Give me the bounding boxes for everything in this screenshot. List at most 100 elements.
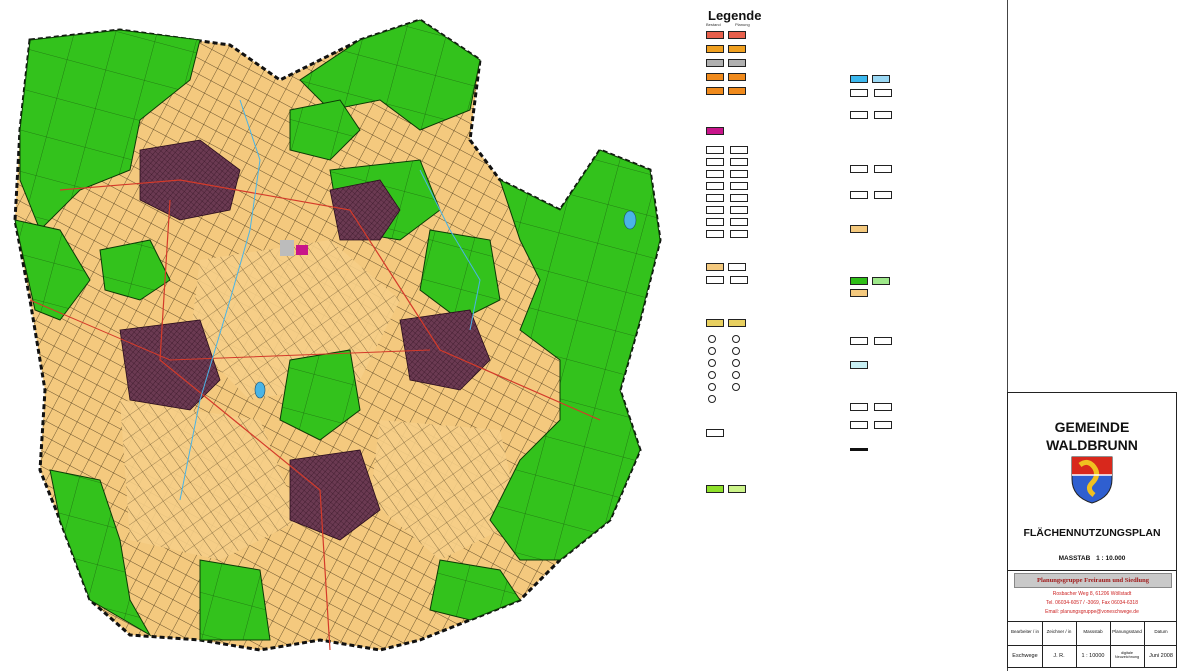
legend-row bbox=[706, 169, 754, 179]
table-header: Zeichner / in bbox=[1046, 629, 1072, 634]
legend-swatch bbox=[850, 289, 868, 297]
firm-phone: Tel. 06034-6057 / -3069, Fax 06034-6318 bbox=[1045, 600, 1138, 606]
legend-swatch bbox=[850, 277, 868, 285]
legend-symbol bbox=[874, 421, 892, 429]
legend-symbol bbox=[730, 146, 748, 154]
legend-swatch bbox=[706, 263, 724, 271]
legend-row bbox=[850, 190, 898, 200]
table-cell: J. R. bbox=[1053, 653, 1065, 659]
legend-swatch bbox=[728, 73, 746, 81]
legend-row bbox=[706, 145, 754, 155]
legend-swatch bbox=[728, 59, 746, 67]
legend-symbol bbox=[730, 170, 748, 178]
legend-circle bbox=[732, 347, 740, 355]
legend-row bbox=[706, 126, 728, 136]
legend-row bbox=[706, 30, 750, 40]
legend-circle bbox=[732, 335, 740, 343]
legend-row bbox=[706, 181, 754, 191]
legend-row bbox=[850, 288, 872, 298]
legend-symbol bbox=[850, 337, 868, 345]
legend-row bbox=[706, 205, 754, 215]
legend: Legende Bestand Planung bbox=[700, 0, 1005, 671]
legend-column-planned: Planung bbox=[735, 22, 750, 27]
legend-row bbox=[706, 86, 750, 96]
legend-symbol bbox=[874, 191, 892, 199]
legend-row bbox=[706, 58, 750, 68]
legend-symbol bbox=[730, 218, 748, 226]
legend-symbol bbox=[874, 403, 892, 411]
legend-symbol bbox=[850, 111, 868, 119]
special-use-area bbox=[280, 240, 294, 256]
legend-row bbox=[706, 229, 754, 239]
legend-row bbox=[850, 164, 898, 174]
legend-row bbox=[850, 420, 898, 430]
scale: MASSTAB 1 : 10.000 bbox=[1008, 555, 1176, 562]
legend-swatch bbox=[872, 75, 890, 83]
legend-circle bbox=[732, 359, 740, 367]
legend-swatch bbox=[872, 277, 890, 285]
legend-row bbox=[706, 262, 752, 272]
firm-name: Planungsgruppe Freiraum und Siedlung bbox=[1014, 573, 1172, 588]
legend-row bbox=[708, 346, 756, 356]
legend-row bbox=[850, 444, 868, 454]
legend-row bbox=[850, 88, 898, 98]
legend-symbol bbox=[730, 230, 748, 238]
legend-symbol bbox=[706, 230, 724, 238]
legend-symbol bbox=[874, 111, 892, 119]
table-divider bbox=[1042, 621, 1043, 667]
legend-row bbox=[706, 318, 750, 328]
legend-symbol bbox=[730, 276, 748, 284]
legend-symbol bbox=[706, 146, 724, 154]
legend-swatch bbox=[850, 75, 868, 83]
legend-swatch bbox=[728, 319, 746, 327]
legend-row bbox=[850, 224, 872, 234]
legend-swatch bbox=[706, 59, 724, 67]
legend-circle bbox=[708, 359, 716, 367]
coat-of-arms-icon bbox=[1071, 456, 1113, 504]
table-cell: Juni 2008 bbox=[1149, 653, 1173, 659]
plan-title: FLÄCHENNUTZUNGSPLAN bbox=[1023, 527, 1161, 539]
legend-row bbox=[706, 72, 750, 82]
legend-symbol bbox=[850, 421, 868, 429]
legend-symbol bbox=[706, 170, 724, 178]
legend-row bbox=[708, 394, 732, 404]
scale-value: 1 : 10.000 bbox=[1096, 555, 1126, 562]
legend-symbol bbox=[728, 263, 746, 271]
special-use-area bbox=[296, 245, 308, 255]
land-use-map bbox=[13, 18, 662, 652]
legend-circle bbox=[732, 371, 740, 379]
legend-swatch bbox=[706, 485, 724, 493]
scale-label: MASSTAB bbox=[1058, 555, 1091, 562]
legend-symbol bbox=[874, 337, 892, 345]
legend-symbol bbox=[850, 89, 868, 97]
table-cell: 1 : 10000 bbox=[1081, 653, 1105, 659]
legend-swatch bbox=[728, 485, 746, 493]
legend-swatch bbox=[706, 73, 724, 81]
legend-symbol bbox=[730, 206, 748, 214]
legend-row bbox=[706, 157, 754, 167]
legend-line bbox=[850, 447, 868, 451]
legend-symbol bbox=[706, 429, 724, 437]
legend-symbol bbox=[850, 191, 868, 199]
legend-swatch bbox=[850, 225, 868, 233]
municipality-name-line1: GEMEINDE bbox=[1054, 419, 1130, 435]
firm-address: Rosbacher Weg 8, 61206 Wöllstadt bbox=[1052, 591, 1132, 597]
firm-email: Email: planungsgruppe@voneschwege.de bbox=[1045, 609, 1139, 615]
legend-swatch bbox=[850, 361, 868, 369]
legend-row bbox=[706, 217, 754, 227]
legend-row bbox=[708, 382, 756, 392]
legend-symbol bbox=[706, 158, 724, 166]
legend-row bbox=[706, 428, 730, 438]
legend-row bbox=[850, 110, 898, 120]
legend-row bbox=[850, 74, 894, 84]
legend-swatch bbox=[706, 319, 724, 327]
legend-symbol bbox=[874, 89, 892, 97]
legend-symbol bbox=[874, 165, 892, 173]
legend-symbol bbox=[730, 194, 748, 202]
table-cell: Eschwege bbox=[1012, 653, 1038, 659]
legend-swatch bbox=[728, 87, 746, 95]
divider bbox=[1008, 570, 1176, 571]
legend-row bbox=[708, 334, 756, 344]
legend-circle bbox=[732, 383, 740, 391]
legend-row bbox=[706, 193, 754, 203]
